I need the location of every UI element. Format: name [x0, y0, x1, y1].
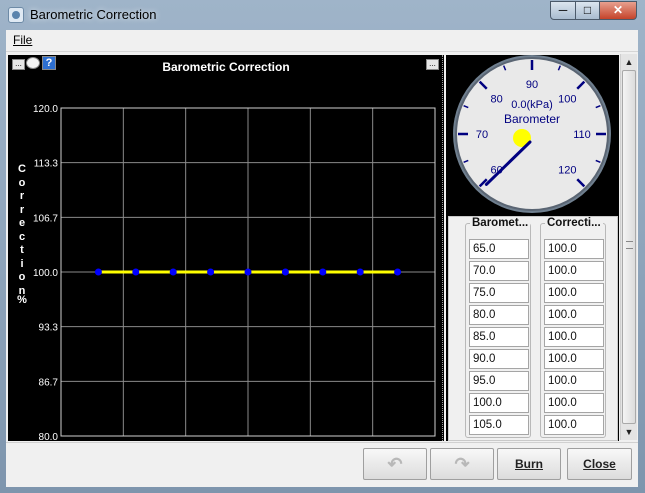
y-tick-label: 80.0 [39, 432, 59, 441]
close-window-button[interactable]: ✕ [599, 1, 637, 20]
gauge-tick-label: 120 [558, 164, 576, 176]
minimize-button[interactable]: ─ [550, 1, 576, 20]
table-area: Baromet... 65.0 70.0 75.0 80.0 85.0 90.0 95.0 1… [448, 216, 618, 441]
data-point [394, 268, 402, 276]
menu-file[interactable]: File [13, 33, 32, 47]
gauge-tick-label: 100 [558, 94, 576, 106]
correction-cell[interactable]: 100.0 [544, 305, 604, 325]
barometer-column: Baromet... 65.0 70.0 75.0 80.0 85.0 90.0 95.0 1… [465, 217, 531, 438]
data-point [132, 268, 140, 276]
data-point [281, 268, 289, 276]
y-tick-label: 86.7 [39, 377, 59, 388]
y-label-letter: r [19, 203, 25, 216]
client-area: File 60.068.376.785.093.3101.7110.0120.0… [6, 30, 638, 487]
barometer-cell[interactable]: 100.0 [469, 393, 529, 413]
scroll-up-button[interactable]: ▲ [622, 55, 636, 69]
y-label-letter: i [20, 257, 24, 270]
barometer-cell[interactable]: 70.0 [469, 261, 529, 281]
data-point [244, 268, 252, 276]
data-point [94, 268, 102, 276]
chart-panel: 60.068.376.785.093.3101.7110.0120.0113.3… [8, 55, 444, 441]
correction-cell[interactable]: 100.0 [544, 415, 604, 435]
barometer-gauge: 607080901001101200.0(kPa)Barometer [453, 55, 611, 213]
y-tick-label: 113.3 [34, 159, 59, 170]
redo-button[interactable]: ↷ [430, 448, 494, 480]
correction-chart[interactable]: 60.068.376.785.093.3101.7110.0120.0113.3… [8, 55, 444, 441]
close-button-label: Close [583, 457, 616, 471]
correction-cell[interactable]: 100.0 [544, 349, 604, 369]
scroll-down-button[interactable]: ▼ [622, 425, 636, 439]
correction-cell[interactable]: 100.0 [544, 393, 604, 413]
y-tick-label: 100.0 [33, 268, 58, 279]
undo-button[interactable]: ↶ [363, 448, 427, 480]
barometer-cell[interactable]: 85.0 [469, 327, 529, 347]
close-button[interactable]: Close [567, 448, 632, 480]
chart-title: Barometric Correction [162, 60, 290, 74]
gauge-title: Barometer [504, 112, 560, 126]
y-label-letter: o [18, 271, 26, 283]
data-point [169, 268, 177, 276]
app-window: Barometric Correction ─ □ ✕ File 60.068.… [0, 0, 645, 493]
y-label-letter: r [19, 190, 25, 202]
barometer-cell[interactable]: 90.0 [469, 349, 529, 369]
scroll-grip-icon [626, 241, 633, 249]
correction-cell[interactable]: 100.0 [544, 327, 604, 347]
y-tick-label: 106.7 [33, 213, 58, 224]
correction-cell[interactable]: 100.0 [544, 261, 604, 281]
redo-icon: ↷ [454, 454, 470, 474]
barometer-cell[interactable]: 105.0 [469, 415, 529, 435]
y-tick-label: 93.3 [39, 323, 59, 334]
burn-button-label: Burn [515, 457, 543, 471]
y-label-letter: C [18, 163, 26, 175]
barometer-cell[interactable]: 95.0 [469, 371, 529, 391]
window-title: Barometric Correction [30, 7, 157, 22]
correction-column: Correcti... 100.0 100.0 100.0 100.0 100.0 100… [540, 217, 606, 438]
scroll-thumb[interactable] [622, 70, 636, 424]
data-point [207, 268, 215, 276]
gauge-tick-label: 90 [526, 79, 538, 91]
data-point [319, 268, 327, 276]
gauge-tick-label: 80 [491, 94, 503, 106]
chart-y-axis-label: Correction [16, 163, 28, 298]
title-bar[interactable]: Barometric Correction ─ □ ✕ [0, 0, 645, 30]
menu-bar: File [6, 30, 638, 52]
maximize-button[interactable]: □ [575, 1, 600, 20]
barometer-cell[interactable]: 65.0 [469, 239, 529, 259]
splitter[interactable] [442, 55, 445, 441]
gauge-tick-label: 70 [476, 129, 488, 141]
y-label-letter: t [20, 244, 24, 256]
data-point [356, 268, 364, 276]
barometer-cell[interactable]: 75.0 [469, 283, 529, 303]
chart-y-axis-unit: % [17, 294, 27, 306]
correction-cell[interactable]: 100.0 [544, 371, 604, 391]
correction-cell[interactable]: 100.0 [544, 283, 604, 303]
barometer-cell[interactable]: 80.0 [469, 305, 529, 325]
barometer-column-header: Baromet... [470, 217, 531, 229]
correction-column-header: Correcti... [545, 217, 603, 229]
menu-file-label: File [13, 33, 33, 47]
undo-icon: ↶ [387, 454, 403, 474]
burn-button[interactable]: Burn [497, 448, 561, 480]
y-label-letter: o [18, 176, 26, 189]
gauge-tick-label: 110 [573, 129, 591, 141]
y-label-letter: e [18, 217, 26, 229]
app-icon [8, 7, 24, 23]
y-tick-label: 120.0 [33, 104, 58, 115]
correction-cell[interactable]: 100.0 [544, 239, 604, 259]
y-label-letter: c [18, 230, 26, 243]
gauge-value-text: 0.0(kPa) [511, 99, 553, 111]
bottom-bar: ↶ ↷ Burn Close [6, 442, 638, 487]
vertical-scrollbar[interactable]: ▲ ▼ [620, 54, 637, 440]
